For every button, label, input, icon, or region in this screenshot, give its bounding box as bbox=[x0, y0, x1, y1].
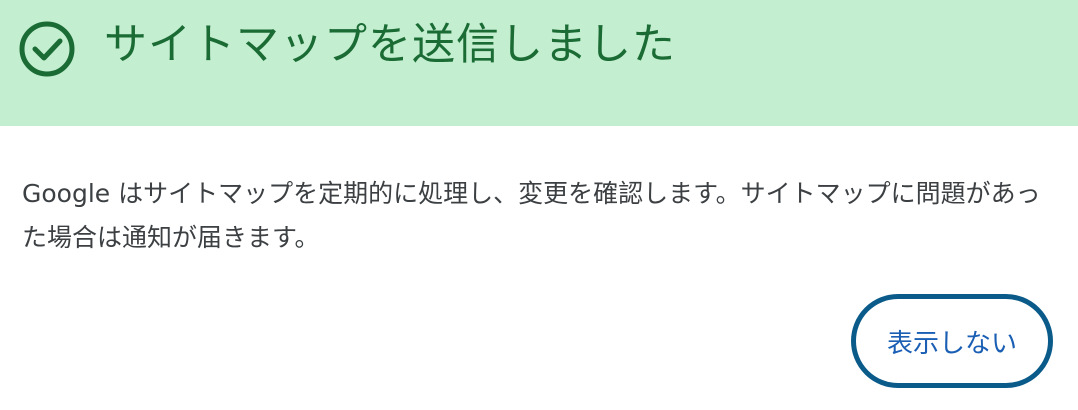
check-circle-icon bbox=[19, 21, 75, 77]
dismiss-button[interactable]: 表示しない bbox=[851, 294, 1053, 388]
info-message: Google はサイトマップを定期的に処理し、変更を確認します。サイトマップに問… bbox=[22, 179, 1041, 252]
sitemap-submitted-dialog: サイトマップを送信しました Google はサイトマップを定期的に処理し、変更を… bbox=[0, 0, 1078, 410]
success-banner: サイトマップを送信しました bbox=[0, 0, 1078, 126]
banner-title: サイトマップを送信しました bbox=[104, 20, 676, 70]
